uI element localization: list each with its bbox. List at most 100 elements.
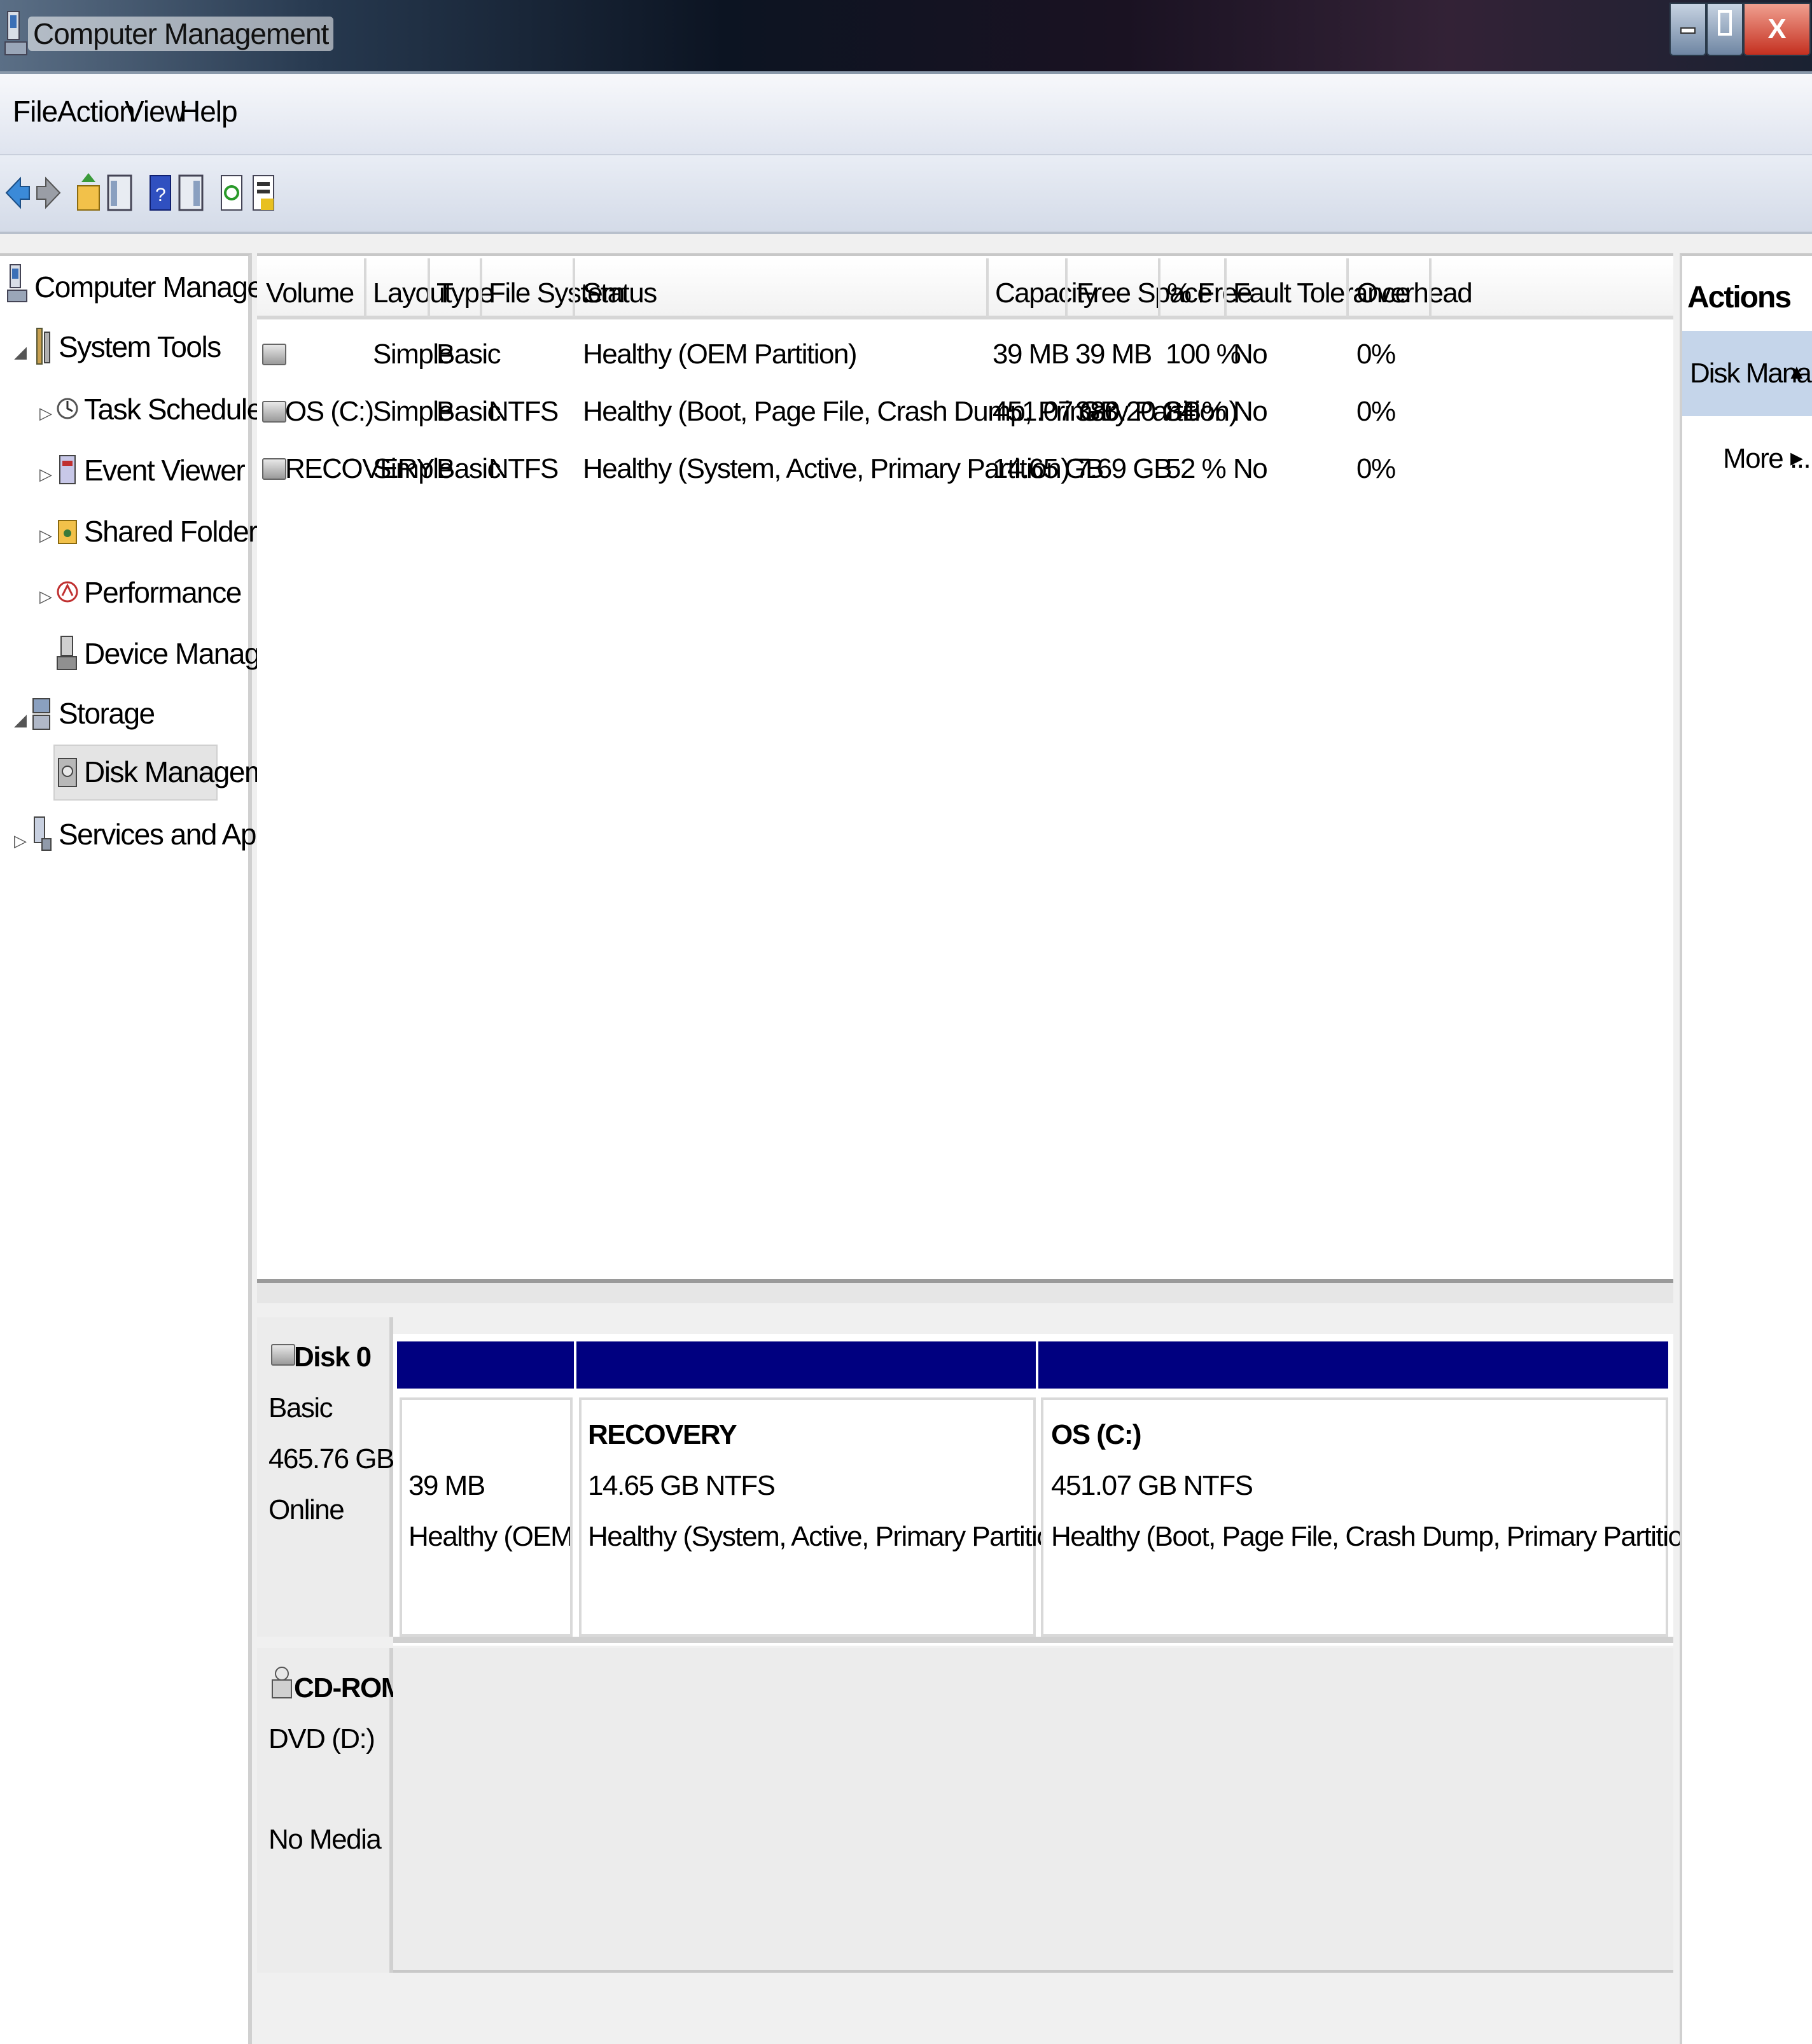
maximize-button[interactable] xyxy=(1706,3,1743,56)
cd-drive-icon xyxy=(272,1667,292,1698)
menu-view[interactable]: View xyxy=(125,94,186,129)
partition-header-bar xyxy=(576,1341,1036,1389)
collapsed-arrow-icon[interactable]: ▷ xyxy=(39,403,52,423)
properties-icon[interactable] xyxy=(249,169,277,216)
cell-overhead: 0% xyxy=(1356,339,1396,370)
cell-file-system: NTFS xyxy=(489,453,559,484)
minimize-button[interactable] xyxy=(1669,3,1706,56)
column-divider[interactable] xyxy=(986,258,989,317)
help-icon[interactable]: ? xyxy=(146,169,174,216)
performance-icon xyxy=(57,581,78,603)
partition-status: Healthy (System, Active, Primary Partiti… xyxy=(588,1521,1075,1552)
cell-overhead: 0% xyxy=(1356,396,1396,427)
column-divider[interactable] xyxy=(1158,258,1160,317)
tree-system-tools[interactable]: System Tools xyxy=(59,330,221,364)
tree-event-viewer[interactable]: Event Viewer xyxy=(84,453,246,487)
up-folder-icon[interactable] xyxy=(75,169,103,216)
column-type[interactable]: Type xyxy=(436,277,494,309)
system-tools-icon xyxy=(36,328,50,365)
column-divider[interactable] xyxy=(428,258,430,317)
back-arrow-icon[interactable] xyxy=(4,169,32,216)
menu-bar xyxy=(0,74,1812,155)
cell-file-system: NTFS xyxy=(489,396,559,427)
show-hide-tree-icon[interactable] xyxy=(106,169,134,216)
tree-shared-folders[interactable]: Shared Folders xyxy=(84,514,272,549)
window-title: Computer Management xyxy=(28,17,334,51)
cdrom-0-area xyxy=(393,1648,1673,1973)
forward-arrow-icon[interactable] xyxy=(34,169,62,216)
tree-storage[interactable]: Storage xyxy=(59,696,155,731)
column-divider[interactable] xyxy=(1065,258,1068,317)
disk-0-label[interactable]: Disk 0 Basic 465.76 GB Online xyxy=(257,1317,394,1637)
volume-icon xyxy=(262,401,286,423)
show-hide-action-pane-icon[interactable] xyxy=(177,169,205,216)
menu-help[interactable]: Help xyxy=(179,94,238,129)
partition-status: Healthy (OEM Partitior xyxy=(408,1521,573,1552)
table-row[interactable]: RECOVERY Simple Basic NTFS Healthy (Syst… xyxy=(257,443,1673,499)
disk-row-divider xyxy=(393,1637,1673,1643)
column-divider[interactable] xyxy=(1429,258,1432,317)
cdrom-drive: DVD (D:) xyxy=(268,1723,375,1754)
cell-free-space: 39 MB xyxy=(1075,339,1152,370)
partition-status: Healthy (Boot, Page File, Crash Dump, Pr… xyxy=(1051,1521,1706,1552)
column-divider[interactable] xyxy=(573,258,575,317)
volume-table-header: Volume Layout Type File System Status Ca… xyxy=(257,258,1673,319)
menu-file[interactable]: File xyxy=(13,94,58,129)
services-applications-icon xyxy=(34,816,52,851)
table-row[interactable]: Simple Basic Healthy (OEM Partition) 39 … xyxy=(257,328,1673,384)
maximize-icon xyxy=(1718,10,1732,36)
collapsed-arrow-icon[interactable]: ▷ xyxy=(39,465,52,484)
disk-0-type: Basic xyxy=(268,1392,333,1424)
tree-device-manager[interactable]: Device Manager xyxy=(84,636,284,671)
column-divider[interactable] xyxy=(480,258,482,317)
partition-name: OS (C:) xyxy=(1051,1419,1142,1450)
computer-management-icon xyxy=(7,264,27,302)
disk-0-size: 465.76 GB xyxy=(268,1443,394,1474)
tree-performance[interactable]: Performance xyxy=(84,575,242,610)
expanded-arrow-icon[interactable]: ◢ xyxy=(14,710,27,730)
cell-percent-free: 52 % xyxy=(1166,453,1227,484)
disk-0-name: Disk 0 xyxy=(294,1341,372,1373)
close-button[interactable]: X xyxy=(1743,3,1811,56)
refresh-icon[interactable] xyxy=(218,169,246,216)
partition-size: 39 MB xyxy=(408,1470,485,1501)
shared-folders-icon xyxy=(58,520,77,544)
column-divider[interactable] xyxy=(364,258,366,317)
cell-status: Healthy (OEM Partition) xyxy=(583,339,858,370)
cdrom-0-label[interactable]: CD-ROM 0 DVD (D:) No Media xyxy=(257,1648,426,1973)
disk-icon xyxy=(271,1344,295,1366)
partition-name: RECOVERY xyxy=(588,1419,737,1450)
device-manager-icon xyxy=(57,636,77,670)
partition-os-c[interactable]: OS (C:) 451.07 GB NTFS Healthy (Boot, Pa… xyxy=(1041,1397,1706,1637)
collapsed-arrow-icon[interactable]: ▷ xyxy=(39,587,52,606)
volume-icon xyxy=(262,344,286,365)
collapse-up-icon[interactable]: ▲ xyxy=(1787,360,1807,384)
cell-fault-tolerance: No xyxy=(1233,339,1268,370)
cell-free-space: 7.69 GB xyxy=(1075,453,1172,484)
computer-management-icon xyxy=(4,11,27,55)
disk-management-icon xyxy=(58,758,77,787)
partition-oem[interactable]: 39 MB Healthy (OEM Partitior xyxy=(400,1397,573,1637)
table-row[interactable]: OS (C:) Simple Basic NTFS Healthy (Boot,… xyxy=(257,386,1673,442)
column-status[interactable]: Status xyxy=(583,277,657,309)
column-overhead[interactable]: Overhead xyxy=(1356,277,1473,309)
expanded-arrow-icon[interactable]: ◢ xyxy=(14,342,27,362)
svg-text:?: ? xyxy=(155,185,166,206)
partition-size: 451.07 GB NTFS xyxy=(1051,1470,1253,1501)
collapsed-arrow-icon[interactable]: ▷ xyxy=(14,831,27,851)
cell-percent-free: 100 % xyxy=(1166,339,1241,370)
column-volume[interactable]: Volume xyxy=(266,277,354,309)
submenu-arrow-icon[interactable]: ▸ xyxy=(1790,443,1803,472)
column-divider[interactable] xyxy=(1224,258,1227,317)
column-divider[interactable] xyxy=(1346,258,1349,317)
close-icon: X xyxy=(1767,13,1787,45)
volume-icon xyxy=(262,458,286,480)
menu-action[interactable]: Action xyxy=(57,94,136,129)
event-viewer-icon xyxy=(59,455,76,484)
collapsed-arrow-icon[interactable]: ▷ xyxy=(39,526,52,545)
partition-recovery[interactable]: RECOVERY 14.65 GB NTFS Healthy (System, … xyxy=(579,1397,1075,1637)
storage-icon xyxy=(32,698,50,730)
partition-header-bar xyxy=(1038,1341,1668,1389)
tree-task-scheduler[interactable]: Task Scheduler xyxy=(84,392,272,426)
pane-splitter[interactable] xyxy=(257,1279,1673,1303)
